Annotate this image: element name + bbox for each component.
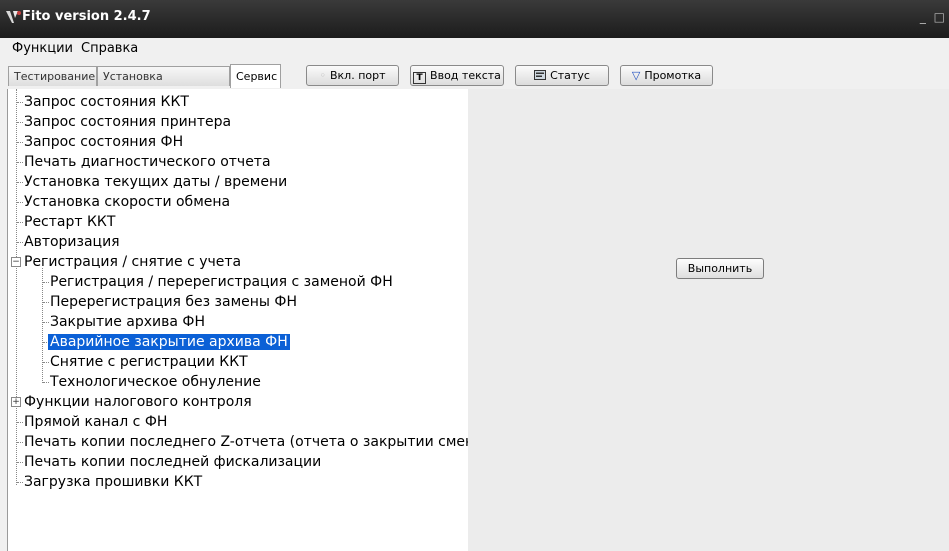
- tree-connector: [43, 322, 49, 323]
- tree-item-print-last-z-report[interactable]: Печать копии последнего Z-отчета (отчета…: [24, 433, 491, 452]
- text-input-label: Ввод текста: [430, 69, 501, 82]
- power-icon: ◦: [319, 69, 326, 82]
- tab-service[interactable]: Сервис: [230, 64, 281, 88]
- feed-down-icon: ▽: [631, 69, 641, 82]
- feed-label: Промотка: [644, 69, 702, 82]
- menu-help[interactable]: Справка: [81, 41, 138, 56]
- feed-button[interactable]: ▽ Промотка: [620, 65, 713, 86]
- tree-connector: [17, 162, 23, 163]
- tree-item-fn-status[interactable]: Запрос состояния ФН: [24, 133, 183, 152]
- tree-item-kkt-status[interactable]: Запрос состояния ККТ: [24, 93, 189, 112]
- tree-item-restart-kkt[interactable]: Рестарт ККТ: [24, 213, 115, 232]
- tree-connector: [17, 242, 23, 243]
- tree-item-authorization[interactable]: Авторизация: [24, 233, 120, 252]
- tree-item-direct-channel-fn[interactable]: Прямой канал с ФН: [24, 413, 167, 432]
- tree-connector: [17, 442, 23, 443]
- tree-connector: [17, 422, 23, 423]
- collapse-registration-icon[interactable]: −: [11, 257, 21, 267]
- status-icon: [534, 66, 547, 85]
- status-label: Статус: [550, 69, 590, 82]
- tree-connector: [17, 102, 23, 103]
- tree-child-guide-line: [42, 268, 43, 383]
- tree-item-close-fn-archive[interactable]: Закрытие архива ФН: [50, 313, 205, 332]
- tree-connector: [17, 122, 23, 123]
- window-title: Fito version 2.4.7: [22, 9, 151, 24]
- tree-item-printer-status[interactable]: Запрос состояния принтера: [24, 113, 231, 132]
- tree-item-baud-rate[interactable]: Установка скорости обмена: [24, 193, 230, 212]
- tree-connector: [17, 222, 23, 223]
- app-icon: [6, 11, 21, 23]
- tree-item-reregistration-no-replace[interactable]: Перерегистрация без замены ФН: [50, 293, 297, 312]
- tree-item-set-datetime[interactable]: Установка текущих даты / времени: [24, 173, 287, 192]
- status-button[interactable]: Статус: [515, 65, 609, 86]
- tree-connector: [43, 382, 49, 383]
- tree-connector: [17, 142, 23, 143]
- tree-item-deregister-kkt[interactable]: Снятие с регистрации ККТ: [50, 353, 248, 372]
- tab-parameters[interactable]: Установка параметров: [97, 66, 230, 103]
- tree-connector: [17, 202, 23, 203]
- maximize-button[interactable]: □: [934, 10, 945, 24]
- tree-guide-line: [16, 89, 17, 485]
- text-input-button[interactable]: T Ввод текста: [410, 65, 504, 86]
- port-on-label: Вкл. порт: [329, 69, 386, 82]
- tree-connector: [17, 482, 23, 483]
- action-panel: Выполнить: [468, 89, 949, 551]
- tree-item-print-last-fiscalization[interactable]: Печать копии последней фискализации: [24, 453, 321, 472]
- tree-item-firmware-upload[interactable]: Загрузка прошивки ККТ: [24, 473, 202, 492]
- tree-connector: [17, 462, 23, 463]
- tree-item-reregistration-replace-fn[interactable]: Регистрация / перерегистрация с заменой …: [50, 273, 393, 292]
- command-tree[interactable]: − + Запрос состояния ККТ Запрос состояни…: [7, 89, 491, 551]
- minimize-button[interactable]: _: [920, 10, 926, 24]
- menu-functions[interactable]: Функции: [12, 41, 73, 56]
- port-on-button[interactable]: ◦ Вкл. порт: [306, 65, 399, 86]
- tree-connector: [43, 302, 49, 303]
- expand-tax-control-icon[interactable]: +: [11, 397, 21, 407]
- tree-connector: [43, 362, 49, 363]
- tree-connector: [17, 182, 23, 183]
- text-input-icon: T: [413, 72, 427, 84]
- tree-item-tax-control[interactable]: Функции налогового контроля: [24, 393, 252, 412]
- run-button[interactable]: Выполнить: [676, 258, 764, 279]
- tree-item-technological-reset[interactable]: Технологическое обнуление: [50, 373, 261, 392]
- tree-item-diagnostic-report[interactable]: Печать диагностического отчета: [24, 153, 271, 172]
- window-controls: _ □: [916, 10, 945, 24]
- menu-bar: Функции Справка: [0, 38, 949, 60]
- tab-testing[interactable]: Тестирование: [8, 66, 97, 86]
- tree-connector: [43, 282, 49, 283]
- title-bar: Fito version 2.4.7 _ □: [0, 0, 949, 38]
- tree-item-emergency-close-archive[interactable]: Аварийное закрытие архива ФН: [48, 333, 290, 352]
- tree-item-registration[interactable]: Регистрация / снятие с учета: [24, 253, 241, 272]
